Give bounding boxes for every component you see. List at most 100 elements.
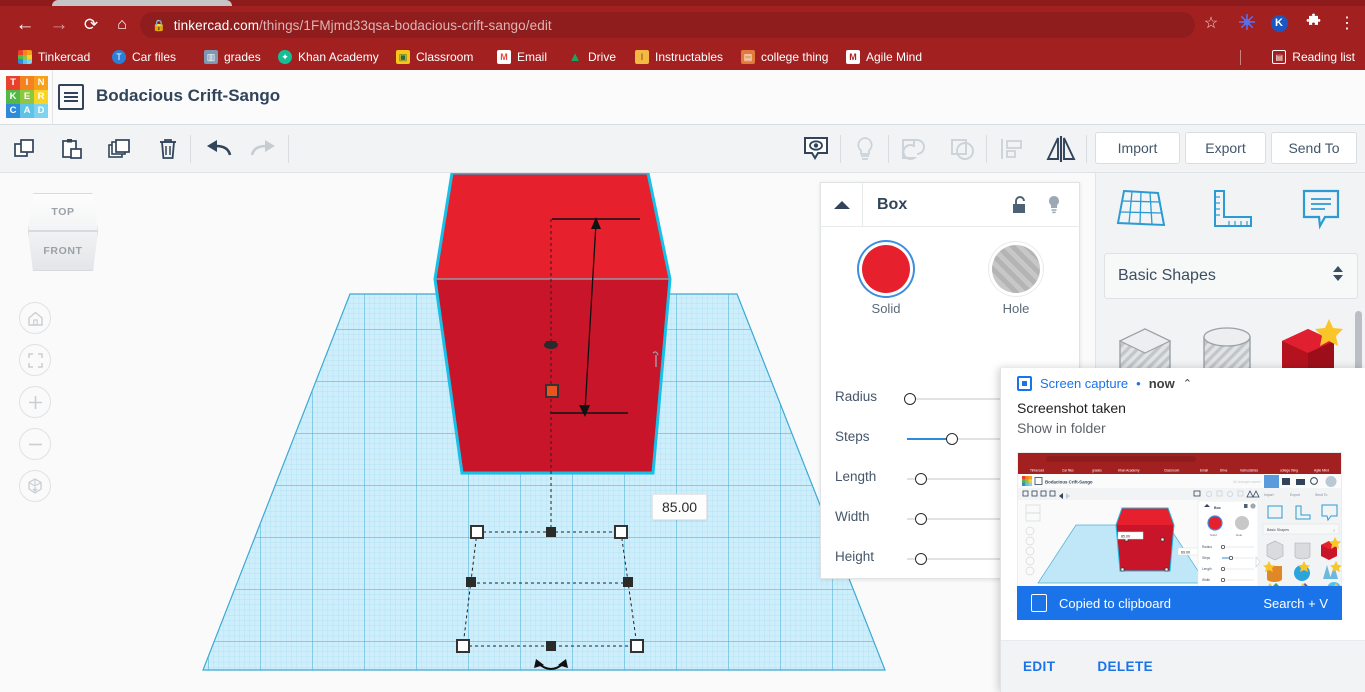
slider-knob[interactable]	[946, 433, 958, 445]
show-all-button[interactable]	[800, 133, 832, 165]
lock-toggle-button[interactable]	[1009, 194, 1031, 216]
app-header: T I N K E R C A D Bodacious Crift-Sango	[0, 70, 1365, 195]
reload-button[interactable]: ⟳	[79, 13, 103, 37]
light-button[interactable]	[849, 133, 881, 165]
zoom-in-icon	[28, 395, 42, 409]
send-to-button[interactable]: Send To	[1271, 132, 1357, 164]
chevron-up-icon[interactable]: ⌃	[1183, 377, 1192, 390]
inspector-collapse-button[interactable]	[821, 183, 863, 226]
bookmark-tinkercad[interactable]: Tinkercad	[18, 47, 90, 67]
export-button[interactable]: Export	[1185, 132, 1266, 164]
edit-button[interactable]: EDIT	[1023, 659, 1055, 674]
align-button[interactable]	[996, 133, 1028, 165]
ungroup-button[interactable]	[947, 133, 979, 165]
note-tool[interactable]	[1276, 173, 1365, 245]
delete-button[interactable]	[152, 133, 184, 165]
redo-button[interactable]	[248, 133, 280, 165]
zoom-out-button[interactable]	[19, 428, 51, 460]
ruler-tool[interactable]	[1186, 173, 1276, 245]
slider-label: Height	[835, 549, 875, 564]
group-icon	[902, 139, 925, 160]
toolbar-divider	[986, 135, 987, 163]
perspective-icon	[28, 478, 42, 494]
notification-separator: •	[1136, 376, 1141, 391]
hole-swatch[interactable]	[992, 245, 1040, 293]
svg-text:Radius: Radius	[1202, 545, 1212, 549]
align-icon	[1001, 139, 1022, 159]
undo-button[interactable]	[202, 133, 234, 165]
home-view-button[interactable]	[19, 302, 51, 334]
paste-button[interactable]	[56, 133, 88, 165]
shape-category-dropdown[interactable]: Basic Shapes	[1104, 253, 1358, 299]
view-cube[interactable]: TOP FRONT	[22, 193, 104, 271]
show-in-folder-link[interactable]: Show in folder	[1017, 420, 1106, 436]
solid-color-swatch[interactable]	[862, 245, 910, 293]
slider-knob[interactable]	[915, 513, 927, 525]
browser-nav-row: ← → ⟳ ⌂ 🔒 tinkercad.com/things/1FMjmd33q…	[0, 6, 1365, 44]
view-cube-top-face[interactable]: TOP	[28, 193, 98, 231]
bookmark-star-icon[interactable]: ☆	[1200, 13, 1222, 35]
perspective-toggle-button[interactable]	[19, 470, 51, 502]
note-icon	[1302, 189, 1340, 230]
svg-text:Steps: Steps	[1202, 556, 1211, 560]
page-title[interactable]: Bodacious Crift-Sango	[96, 86, 280, 106]
lock-icon: 🔒	[152, 19, 166, 32]
svg-text:Drive: Drive	[1220, 469, 1228, 473]
svg-text:Export: Export	[1290, 493, 1300, 497]
stepper-icon[interactable]	[1333, 266, 1343, 281]
bookmark-drive[interactable]: ▲ Drive	[568, 47, 616, 67]
bookmark-label: college thing	[761, 50, 829, 64]
dimension-label[interactable]: 85.00	[652, 494, 708, 520]
notification-source: Screen capture	[1040, 376, 1129, 391]
classroom-icon: ▣	[396, 50, 410, 64]
svg-text:Classroom: Classroom	[1164, 469, 1180, 473]
slider-label: Width	[835, 509, 870, 524]
bookmark-agile-mind[interactable]: M Agile Mind	[846, 47, 922, 67]
zoom-in-button[interactable]	[19, 386, 51, 418]
fit-view-button[interactable]	[19, 344, 51, 376]
reading-list-button[interactable]: ▤ Reading list	[1272, 47, 1355, 67]
duplicate-button[interactable]	[104, 133, 136, 165]
shape-light-button[interactable]	[1043, 194, 1065, 216]
import-button[interactable]: Import	[1095, 132, 1180, 164]
workplane-tool[interactable]	[1096, 173, 1186, 245]
extensions-puzzle-icon[interactable]	[1302, 13, 1324, 35]
forward-button[interactable]: →	[47, 13, 71, 37]
bookmark-email[interactable]: M Email	[497, 47, 547, 67]
tinkercad-logo[interactable]: T I N K E R C A D	[6, 76, 48, 118]
extension-k-icon[interactable]: K	[1268, 13, 1290, 35]
view-cube-front-face[interactable]: FRONT	[28, 231, 98, 271]
reading-list-icon: ▤	[1272, 50, 1287, 64]
bookmark-grades[interactable]: ▥ grades	[204, 47, 261, 67]
slider-knob[interactable]	[915, 473, 927, 485]
slider-fill	[907, 438, 950, 440]
bookmark-khan-academy[interactable]: ✦ Khan Academy	[278, 47, 379, 67]
slider-label: Steps	[835, 429, 870, 444]
copy-button[interactable]	[8, 133, 40, 165]
bookmark-car-files[interactable]: T Car files	[112, 47, 176, 67]
delete-button[interactable]: DELETE	[1097, 659, 1153, 674]
hole-option[interactable]: Hole	[951, 245, 1081, 316]
home-button[interactable]: ⌂	[110, 13, 134, 37]
bookmark-college-thing[interactable]: ▤ college thing	[741, 47, 828, 67]
screenshot-thumbnail[interactable]: Tinkercad Car files grades Khan Academy Cl…	[1017, 452, 1342, 594]
address-bar[interactable]: 🔒 tinkercad.com/things/1FMjmd33qsa-bodac…	[140, 12, 1195, 38]
back-button[interactable]: ←	[13, 13, 37, 37]
tinkercad-logo-icon	[18, 50, 32, 64]
toolbar-divider	[190, 135, 191, 163]
project-list-icon[interactable]	[58, 84, 84, 110]
group-button[interactable]	[898, 133, 930, 165]
bookmark-instructables[interactable]: I Instructables	[635, 47, 723, 67]
duplicate-icon	[108, 139, 130, 158]
extension-sun-icon[interactable]	[1236, 13, 1258, 35]
bookmark-classroom[interactable]: ▣ Classroom	[396, 47, 473, 67]
svg-text:Solid: Solid	[1210, 533, 1217, 537]
browser-menu-icon[interactable]: ⋮	[1336, 13, 1358, 35]
solid-hole-selector: Solid Hole	[821, 245, 1081, 316]
solid-option[interactable]: Solid	[821, 245, 951, 316]
mirror-button[interactable]	[1042, 133, 1080, 165]
svg-text:Length: Length	[1202, 567, 1212, 571]
slider-knob[interactable]	[904, 393, 916, 405]
slider-knob[interactable]	[915, 553, 927, 565]
toolbar-divider	[840, 135, 841, 163]
